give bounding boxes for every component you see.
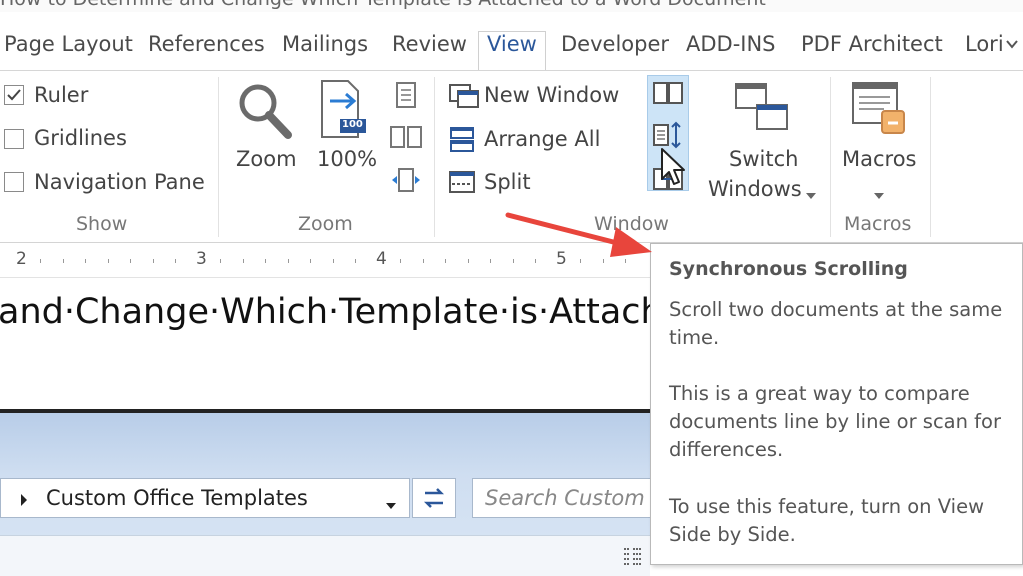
tooltip-text-3: To use this feature, turn on View Side b… <box>669 495 985 546</box>
tab-developer[interactable]: Developer <box>561 32 669 56</box>
split-label[interactable]: Split <box>484 170 531 194</box>
switch-windows-label-2[interactable]: Windows <box>708 177 802 201</box>
macros-group: Macros Macros <box>830 71 930 243</box>
tab-view[interactable]: View <box>487 32 537 56</box>
view-options-icon[interactable] <box>622 546 644 572</box>
view-side-by-side-icon[interactable] <box>652 81 684 109</box>
ruler-tick <box>220 259 221 263</box>
ruler-number: 4 <box>376 249 387 269</box>
zoom-label[interactable]: Zoom <box>236 147 297 171</box>
annotation-arrow-icon <box>500 205 660 269</box>
address-path[interactable]: Custom Office Templates <box>46 486 308 510</box>
switch-windows-icon[interactable] <box>733 81 791 139</box>
group-separator <box>930 77 931 237</box>
search-input[interactable]: Search Custom O <box>472 478 652 518</box>
breadcrumb-arrow-icon[interactable] <box>19 492 29 511</box>
zoom-button[interactable] <box>234 79 296 147</box>
ruler-tick <box>467 259 469 263</box>
ruler-number: 3 <box>196 249 207 269</box>
ruler-tick <box>107 259 109 263</box>
ruler-tick <box>355 259 356 263</box>
arrange-all-icon[interactable] <box>448 126 476 158</box>
checkmark-icon <box>7 89 21 101</box>
document-page[interactable]: and·Change·Which·Template·is·Attach <box>0 278 650 410</box>
macros-icon[interactable] <box>850 79 910 143</box>
show-group: Ruler Gridlines Navigation Pane Show <box>0 71 218 243</box>
arrange-all-label[interactable]: Arrange All <box>484 127 600 151</box>
macros-group-label: Macros <box>844 213 912 235</box>
tab-mailings[interactable]: Mailings <box>282 32 368 56</box>
split-icon[interactable] <box>448 170 476 198</box>
dialog-titlebar <box>0 413 650 475</box>
ruler-tick <box>40 259 41 263</box>
tab-review[interactable]: Review <box>392 32 467 56</box>
window-title: How to Determine and Change Which Templa… <box>0 0 766 10</box>
gridlines-checkbox[interactable] <box>4 129 24 149</box>
chevron-down-icon[interactable] <box>1005 36 1019 55</box>
zoom-group-label: Zoom <box>298 213 353 235</box>
navigation-pane-checkbox[interactable] <box>4 172 24 192</box>
address-bar[interactable]: Custom Office Templates <box>0 478 410 518</box>
ruler-tick <box>445 259 446 263</box>
tab-add-ins[interactable]: ADD-INS <box>686 32 776 56</box>
search-placeholder: Search Custom O <box>485 486 652 510</box>
mouse-cursor-icon <box>660 147 686 191</box>
page-width-icon[interactable] <box>390 167 422 197</box>
new-window-icon[interactable] <box>448 83 480 113</box>
page-100-icon <box>321 80 366 138</box>
zoom-100-label[interactable]: 100% <box>317 147 377 171</box>
ruler-tick <box>490 259 491 263</box>
refresh-button[interactable] <box>412 478 456 518</box>
ruler-tick <box>130 259 131 263</box>
ruler-tick <box>85 259 86 263</box>
dropdown-arrow-icon[interactable] <box>805 185 817 204</box>
navigation-pane-label[interactable]: Navigation Pane <box>34 170 205 194</box>
switch-windows-label-1[interactable]: Switch <box>729 147 798 171</box>
tooltip-title: Synchronous Scrolling <box>669 258 908 280</box>
gridlines-label[interactable]: Gridlines <box>34 126 127 150</box>
document-heading[interactable]: and·Change·Which·Template·is·Attach <box>0 292 650 332</box>
ruler-tick <box>242 259 244 263</box>
ruler-label[interactable]: Ruler <box>34 83 88 107</box>
synchronous-scrolling-tooltip: Synchronous Scrolling Scroll two documen… <box>650 243 1023 565</box>
ruler-tick <box>310 259 311 263</box>
ruler-tick <box>400 259 401 263</box>
one-page-icon[interactable] <box>393 81 419 113</box>
zoom-100-button[interactable]: 100 <box>318 79 370 141</box>
tab-references[interactable]: References <box>148 32 265 56</box>
macros-label[interactable]: Macros <box>842 147 917 171</box>
ruler-tick <box>175 259 176 263</box>
multiple-pages-icon[interactable] <box>389 124 423 154</box>
refresh-icon <box>423 488 445 508</box>
dialog-toolbar <box>0 535 650 576</box>
title-bar: How to Determine and Change Which Templa… <box>0 0 1023 12</box>
ruler-tick <box>62 259 64 263</box>
ribbon-tab-row: Page Layout References Mailings Review V… <box>0 12 1023 84</box>
ruler-tick <box>422 259 424 263</box>
ruler-tick <box>152 259 154 263</box>
tab-page-layout[interactable]: Page Layout <box>4 32 133 56</box>
dropdown-arrow-icon[interactable] <box>873 185 885 204</box>
tooltip-text-1: Scroll two documents at the same time. <box>669 298 1003 349</box>
new-window-label[interactable]: New Window <box>484 83 619 107</box>
user-name[interactable]: Lori <box>965 32 1004 56</box>
tooltip-text-2: This is a great way to compare documents… <box>669 382 1001 461</box>
ruler-checkbox[interactable] <box>4 85 24 105</box>
ruler-number: 2 <box>16 249 27 269</box>
tab-pdf-architect[interactable]: PDF Architect <box>801 32 943 56</box>
ruler-tick <box>265 259 266 263</box>
zoom-group: Zoom 100 100% Zoom <box>218 71 434 243</box>
show-group-label: Show <box>76 213 128 235</box>
zoom-100-badge: 100 <box>342 119 363 130</box>
ruler-tick <box>287 259 289 263</box>
address-dropdown-icon[interactable] <box>385 495 397 514</box>
ruler-tick <box>332 259 334 263</box>
magnifier-icon <box>239 84 292 139</box>
